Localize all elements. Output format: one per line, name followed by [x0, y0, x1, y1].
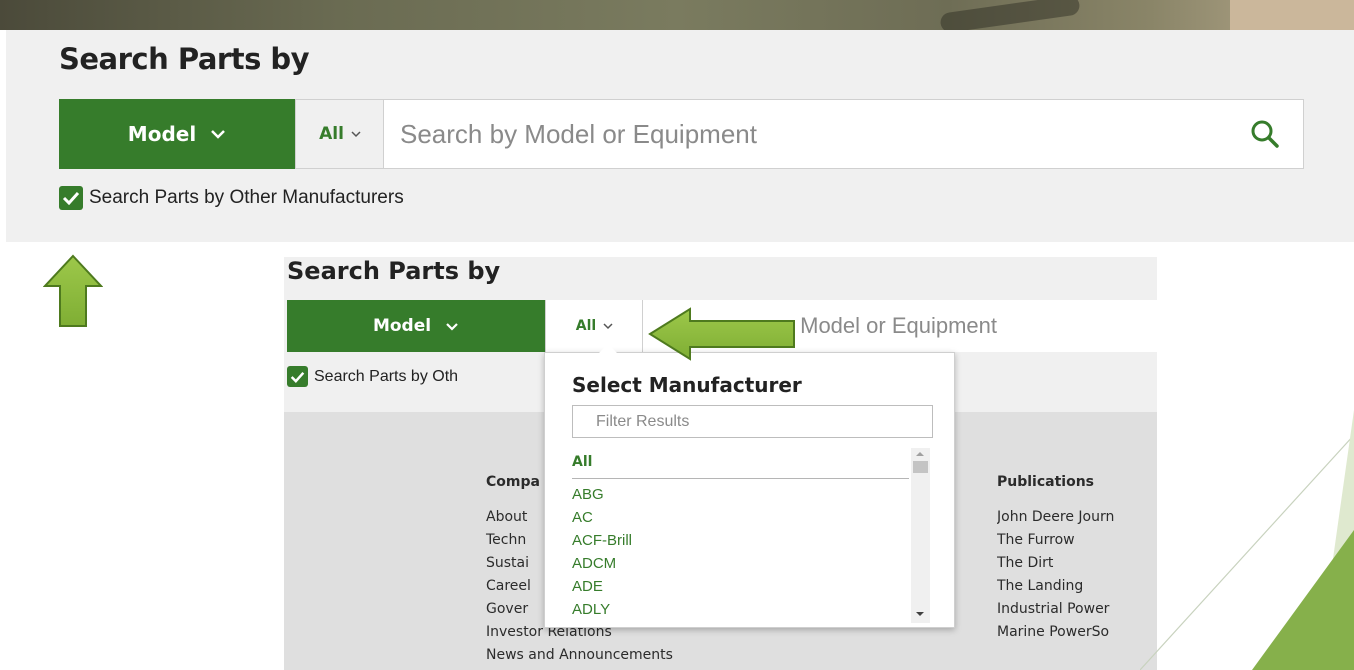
search-parts-panel: Search Parts by Model All Search by Mode… [6, 30, 1354, 242]
manufacturer-option[interactable]: ADE [572, 578, 603, 595]
manufacturer-option[interactable]: AC [572, 509, 593, 526]
model-dropdown-button[interactable]: Model [59, 99, 295, 169]
dropdown-scrollbar[interactable] [911, 448, 930, 623]
chevron-down-icon [351, 130, 361, 137]
footer-column-publications: Publications John Deere Journ The Furrow… [997, 474, 1157, 670]
footer-heading: Publications [997, 474, 1095, 490]
hero-image-detail [939, 0, 1081, 30]
manufacturer-label: All [575, 318, 597, 334]
scroll-down-icon[interactable] [916, 612, 924, 616]
manufacturer-dropdown: Select Manufacturer Filter Results All A… [544, 344, 955, 628]
scrollbar-thumb[interactable] [913, 461, 928, 473]
footer-link[interactable]: Marine PowerSo [997, 624, 1109, 640]
manufacturer-label: All [319, 124, 344, 144]
model-dropdown-button-zoomed[interactable]: Model [287, 300, 545, 352]
model-label: Model [372, 316, 432, 336]
chevron-down-icon [446, 322, 458, 331]
other-manufacturers-checkbox-row[interactable]: Search Parts by Other Manufacturers [59, 186, 404, 210]
footer-link[interactable]: Industrial Power [997, 601, 1109, 617]
page-title: Search Parts by [59, 42, 310, 76]
manufacturer-dropdown-button[interactable]: All [295, 99, 384, 169]
hero-image-strip [0, 0, 1354, 30]
search-icon[interactable] [1249, 118, 1281, 150]
footer-link[interactable]: The Landing [997, 578, 1083, 594]
manufacturer-option-all[interactable]: All [572, 448, 909, 479]
footer-link[interactable]: Careel [486, 578, 531, 594]
scroll-up-icon[interactable] [916, 452, 924, 456]
footer-link[interactable]: The Furrow [997, 532, 1075, 548]
checkmark-icon [290, 371, 305, 383]
other-manufacturers-checkbox[interactable] [59, 186, 83, 210]
manufacturer-option[interactable]: ABG [572, 486, 604, 503]
hero-image-detail [1230, 0, 1354, 30]
checkbox-label: Search Parts by Oth [314, 367, 459, 385]
manufacturer-option[interactable]: ADLY [572, 601, 610, 618]
filter-input[interactable]: Filter Results [572, 405, 933, 438]
checkmark-icon [62, 191, 80, 205]
footer-link[interactable]: Sustai [486, 555, 529, 571]
manufacturer-option[interactable]: ADCM [572, 555, 616, 572]
model-label: Model [127, 122, 197, 146]
search-input[interactable]: Search by Model or Equipment [383, 99, 1304, 169]
arrow-left-icon [648, 307, 795, 361]
search-placeholder: Search by Model or Equipment [400, 118, 757, 149]
footer-heading: Compa [486, 474, 540, 490]
dropdown-title: Select Manufacturer [572, 373, 802, 397]
footer-link[interactable]: Techn [486, 532, 526, 548]
footer-link[interactable]: Gover [486, 601, 528, 617]
filter-placeholder: Filter Results [596, 412, 690, 430]
manufacturer-option[interactable]: ACF-Brill [572, 532, 632, 549]
dropdown-caret [599, 344, 617, 353]
search-bar: Model All Search by Model or Equipment [59, 99, 1304, 169]
footer-link[interactable]: About [486, 509, 527, 525]
footer-link[interactable]: The Dirt [997, 555, 1053, 571]
manufacturer-dropdown-button-zoomed[interactable]: All [545, 300, 643, 352]
footer-link[interactable]: News and Announcements [486, 647, 673, 663]
page-title-zoomed: Search Parts by [287, 257, 501, 285]
other-manufacturers-checkbox-row-zoomed[interactable]: Search Parts by Oth [287, 366, 458, 387]
slide-decoration [1140, 410, 1354, 670]
chevron-down-icon [211, 130, 226, 139]
footer-link[interactable]: John Deere Journ [997, 509, 1114, 525]
checkbox-label: Search Parts by Other Manufacturers [89, 187, 404, 208]
other-manufacturers-checkbox[interactable] [287, 366, 308, 387]
manufacturer-list: All ABG AC ACF-Brill ADCM ADE ADLY [572, 448, 909, 623]
chevron-down-icon [603, 322, 613, 329]
arrow-up-icon [43, 254, 103, 327]
